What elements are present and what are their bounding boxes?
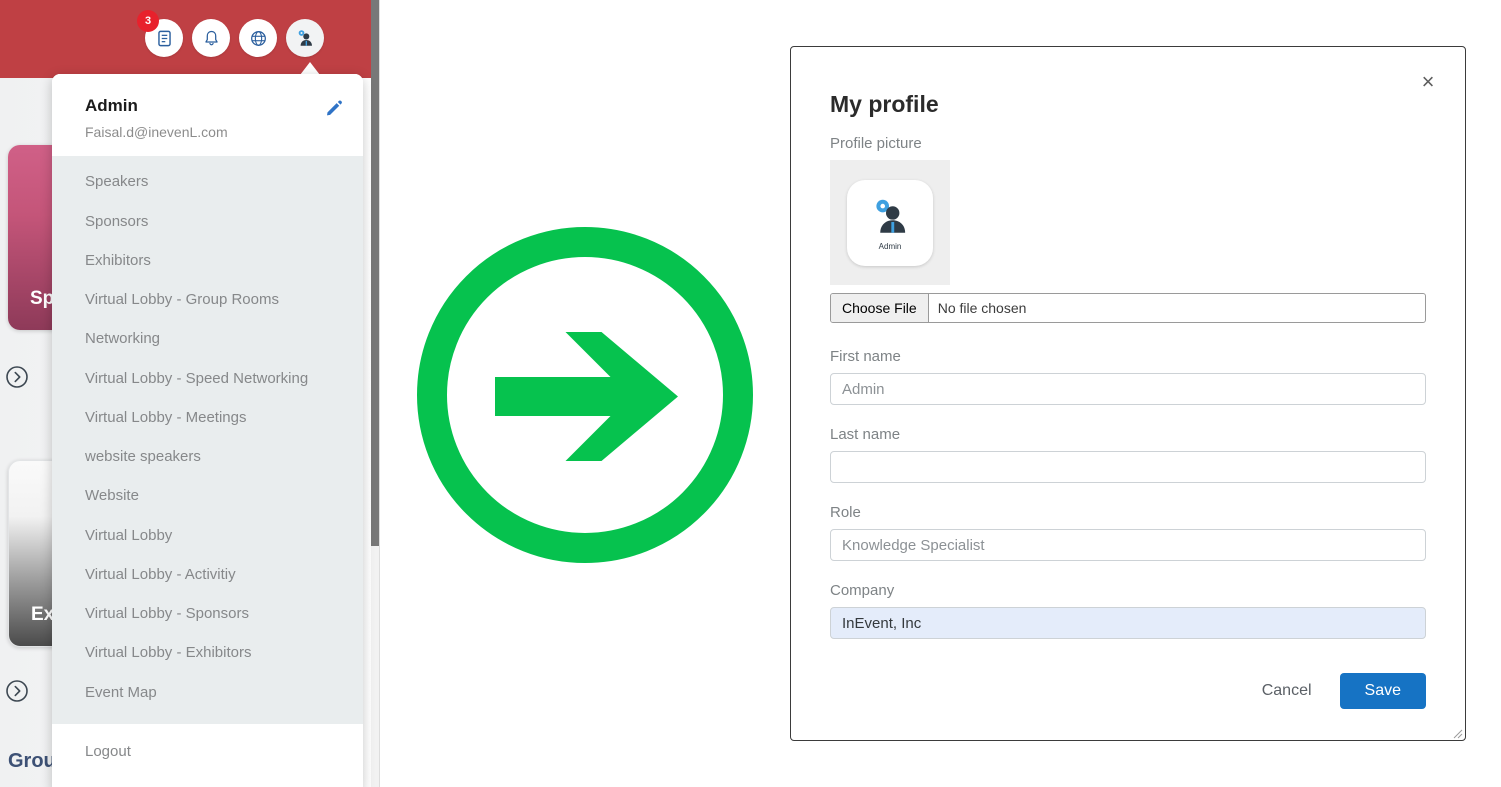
- company-field-group: Company: [830, 582, 1426, 639]
- green-arrow-right-circle-icon: [405, 215, 765, 575]
- company-label: Company: [830, 582, 895, 599]
- first-name-field-group: First name: [830, 348, 1426, 405]
- dropdown-item-virtual-lobby-group-rooms[interactable]: Virtual Lobby - Group Rooms: [52, 280, 363, 319]
- dialog-body: My profile Profile picture Admin Choose …: [791, 47, 1465, 709]
- last-name-input[interactable]: [830, 451, 1426, 483]
- profile-avatar-button[interactable]: [286, 19, 324, 57]
- dropdown-user-email: Faisal.d@inevenL.com: [85, 124, 228, 141]
- pencil-icon[interactable]: [324, 98, 344, 118]
- dropdown-item-virtual-lobby[interactable]: Virtual Lobby: [52, 516, 363, 555]
- dialog-title: My profile: [830, 91, 939, 117]
- choose-file-button[interactable]: Choose File: [831, 294, 929, 322]
- last-name-field-group: Last name: [830, 426, 1426, 483]
- bell-icon: [204, 30, 218, 45]
- role-field-group: Role: [830, 504, 1426, 561]
- chevron-right-circle-icon[interactable]: [5, 365, 29, 389]
- cancel-button[interactable]: Cancel: [1256, 681, 1318, 701]
- app-scrollbar-thumb[interactable]: [371, 0, 379, 546]
- dropdown-item-website-speakers[interactable]: website speakers: [52, 437, 363, 476]
- avatar-tile: Admin: [847, 179, 933, 266]
- avatar-icon: [298, 30, 312, 46]
- file-status-text: No file chosen: [937, 300, 1027, 316]
- profile-picture-preview: Admin: [830, 160, 950, 285]
- dropdown-user-name: Admin: [85, 96, 138, 115]
- dropdown-item-speakers[interactable]: Speakers: [52, 162, 363, 201]
- close-icon[interactable]: ×: [1417, 71, 1439, 93]
- my-profile-dialog: × My profile Profile picture Admin Choos…: [790, 46, 1466, 741]
- role-input[interactable]: [830, 529, 1426, 561]
- pane-divider: [379, 0, 380, 787]
- globe-icon: [250, 30, 266, 46]
- last-name-label: Last name: [830, 426, 901, 443]
- dropdown-header: Admin Faisal.d@inevenL.com: [52, 74, 363, 157]
- dropdown-item-virtual-lobby-meetings[interactable]: Virtual Lobby - Meetings: [52, 398, 363, 437]
- dropdown-item-exhibitors[interactable]: Exhibitors: [52, 241, 363, 280]
- dropdown-item-list: Speakers Sponsors Exhibitors Virtual Lob…: [52, 156, 363, 724]
- dropdown-item-virtual-lobby-exhibitors[interactable]: Virtual Lobby - Exhibitors: [52, 633, 363, 672]
- avatar-caption: Admin: [878, 242, 902, 251]
- app-root: Speakers Exhibitors Group Rooms: [0, 0, 1501, 787]
- first-name-input[interactable]: [830, 373, 1426, 405]
- dialog-actions: Cancel Save: [830, 673, 1426, 709]
- notifications-button[interactable]: [192, 19, 230, 57]
- dropdown-item-virtual-lobby-speed-networking[interactable]: Virtual Lobby - Speed Networking: [52, 359, 363, 398]
- dropdown-item-sponsors[interactable]: Sponsors: [52, 202, 363, 241]
- resize-grip-icon[interactable]: [1451, 726, 1463, 739]
- dropdown-footer: Logout: [52, 723, 363, 787]
- dropdown-item-website[interactable]: Website: [52, 476, 363, 515]
- first-name-label: First name: [830, 348, 901, 365]
- app-pane: Speakers Exhibitors Group Rooms: [0, 0, 379, 787]
- dropdown-item-networking[interactable]: Networking: [52, 319, 363, 358]
- company-input[interactable]: [830, 607, 1426, 639]
- dropdown-item-virtual-lobby-sponsors[interactable]: Virtual Lobby - Sponsors: [52, 594, 363, 633]
- topbar-icon-group: 3: [137, 10, 324, 57]
- profile-dropdown-menu: Admin Faisal.d@inevenL.com Speakers Spon…: [52, 74, 363, 787]
- language-button[interactable]: [239, 19, 277, 57]
- profile-picture-label: Profile picture: [830, 135, 922, 152]
- dropdown-item-virtual-lobby-activitiy[interactable]: Virtual Lobby - Activitiy: [52, 555, 363, 594]
- documents-button[interactable]: 3: [137, 10, 183, 57]
- logout-item[interactable]: Logout: [52, 732, 363, 771]
- notification-badge: 3: [137, 10, 159, 32]
- chevron-right-circle-icon[interactable]: [5, 679, 29, 703]
- app-scroll-area: Speakers Exhibitors Group Rooms: [0, 0, 371, 787]
- documents-icon: [157, 30, 171, 46]
- dropdown-item-event-map[interactable]: Event Map: [52, 673, 363, 712]
- file-upload-row[interactable]: Choose File No file chosen: [830, 293, 1426, 323]
- role-label: Role: [830, 504, 861, 521]
- save-button[interactable]: Save: [1339, 673, 1426, 709]
- admin-avatar-icon: [876, 199, 906, 233]
